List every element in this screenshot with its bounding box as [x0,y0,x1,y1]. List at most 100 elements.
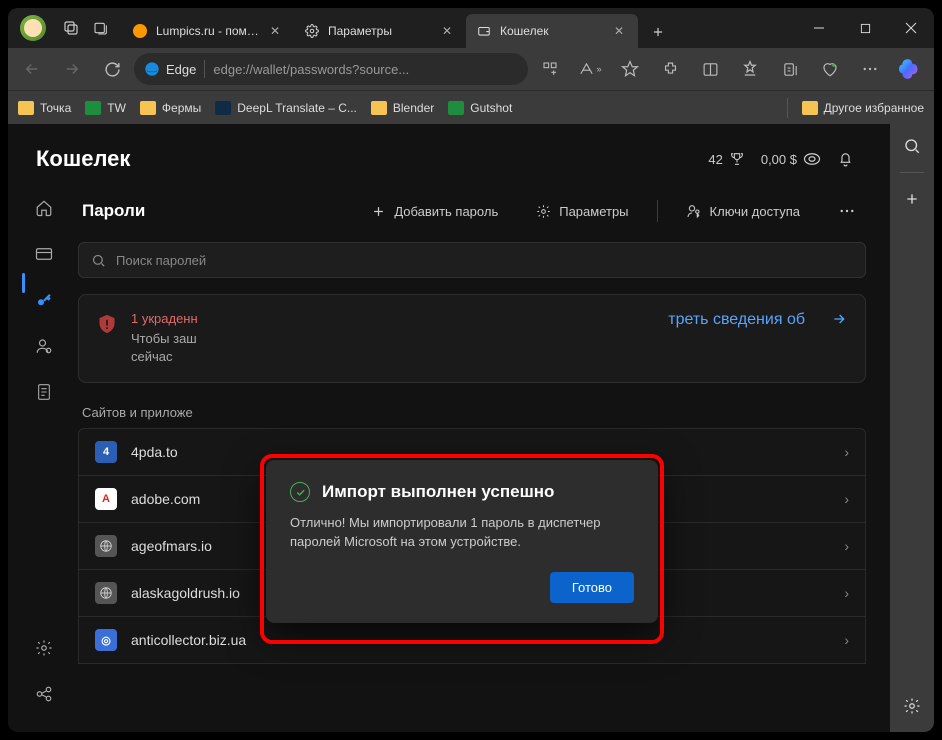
alert-title: 1 украденн [131,311,642,326]
tab-label: Кошелек [500,24,606,38]
modal-body: Отлично! Мы импортировали 1 пароль в дис… [290,514,634,552]
chevron-right-icon: › [844,538,849,554]
refresh-button[interactable] [94,53,130,85]
split-icon[interactable] [692,53,728,85]
nav-cards-icon[interactable] [32,242,56,266]
folder-icon [802,101,818,115]
sheet-icon [448,101,464,115]
site-favicon: ◎ [95,629,117,651]
new-tab-button[interactable] [642,16,674,48]
bookmark-sheet[interactable]: Gutshot [448,101,512,115]
arrow-icon[interactable] [831,311,847,327]
tab-label: Lumpics.ru - помощь с [156,24,262,38]
search-input[interactable]: Поиск паролей [78,242,866,278]
app-icon[interactable] [532,53,568,85]
nav-orders-icon[interactable] [32,380,56,404]
deepl-icon [215,101,231,115]
sidebar-search-icon[interactable] [900,134,924,158]
modal-title: Импорт выполнен успешно [322,482,554,502]
page-header: Кошелек 42 0,00 $ [8,124,890,180]
nav-share-icon[interactable] [32,682,56,706]
other-bookmarks[interactable]: Другое избранное [802,101,924,115]
address-bar[interactable]: Edge edge://wallet/passwords?source... [134,53,528,85]
edge-sidebar [890,124,934,732]
wallet-sidebar [22,190,66,724]
tab-settings[interactable]: Параметры ✕ [294,14,466,48]
bookmark-folder[interactable]: Фермы [140,101,201,115]
bell-icon[interactable] [829,147,862,172]
alert-link[interactable]: треть сведения об [668,311,805,329]
active-indicator [22,273,25,293]
site-domain: adobe.com [131,491,200,507]
search-placeholder: Поиск паролей [116,253,206,268]
trophy-icon [729,151,745,167]
import-success-modal: Импорт выполнен успешно Отлично! Мы импо… [266,460,658,623]
favorite-icon[interactable] [612,53,648,85]
maximize-button[interactable] [842,8,888,48]
site-row[interactable]: ◎ anticollector.biz.ua › [78,616,866,664]
chevron-right-icon: › [844,585,849,601]
more-icon[interactable] [852,53,888,85]
collections-icon[interactable] [772,53,808,85]
section-header: Пароли Добавить пароль Параметры [78,190,866,242]
forward-button[interactable] [54,53,90,85]
nav-passwords-icon[interactable] [32,288,56,312]
close-icon[interactable]: ✕ [614,24,630,38]
breach-alert: 1 украденн Чтобы заш сейчас треть сведен… [78,294,866,383]
nav-settings-icon[interactable] [32,636,56,660]
workspaces-icon[interactable] [56,13,86,43]
close-icon[interactable]: ✕ [270,24,286,38]
wallet-icon [476,23,492,39]
extensions-icon[interactable] [652,53,688,85]
tab-strip: Lumpics.ru - помощь с ✕ Параметры ✕ Коше… [122,8,796,48]
passkeys-button[interactable]: Ключи доступа [676,197,810,225]
sheet-icon [85,101,101,115]
modal-footer: Готово [290,572,634,603]
health-icon[interactable] [812,53,848,85]
site-favicon: A [95,488,117,510]
main-panel: Пароли Добавить пароль Параметры [66,190,890,724]
tab-actions-icon[interactable] [86,13,116,43]
params-button[interactable]: Параметры [526,198,638,225]
separator [204,60,205,78]
money-display[interactable]: 0,00 $ [753,148,829,171]
favicon-lumpics [132,23,148,39]
site-identity[interactable]: Edge [144,61,196,77]
sidebar-add-icon[interactable] [900,187,924,211]
section-title: Пароли [82,201,145,221]
more-icon [838,202,856,220]
done-button[interactable]: Готово [550,572,634,603]
separator [657,200,658,222]
more-button[interactable] [828,196,866,226]
plus-icon [371,204,386,219]
close-icon[interactable]: ✕ [442,24,458,38]
minimize-button[interactable] [796,8,842,48]
tab-wallet[interactable]: Кошелек ✕ [466,14,638,48]
chevron-right-icon: › [844,491,849,507]
browser-label: Edge [166,62,196,77]
add-password-button[interactable]: Добавить пароль [361,198,508,225]
site-domain: anticollector.biz.ua [131,632,246,648]
site-favicon: 4 [95,441,117,463]
chevron-right-icon: › [844,632,849,648]
bookmark-folder[interactable]: Blender [371,101,434,115]
nav-personal-icon[interactable] [32,334,56,358]
site-favicon [95,535,117,557]
window-controls [796,8,934,48]
back-button[interactable] [14,53,50,85]
nav-home-icon[interactable] [32,196,56,220]
bookmark-folder[interactable]: Точка [18,101,71,115]
read-aloud-icon[interactable]: » [572,53,608,85]
close-window-button[interactable] [888,8,934,48]
tab-lumpics[interactable]: Lumpics.ru - помощь с ✕ [122,14,294,48]
rewards-count[interactable]: 42 [700,147,752,171]
gear-icon [536,204,551,219]
copilot-button[interactable] [894,52,928,86]
site-domain: alaskagoldrush.io [131,585,240,601]
bookmark-deepl[interactable]: DeepL Translate – C... [215,101,357,115]
profile-avatar[interactable] [20,15,46,41]
sidebar-settings-icon[interactable] [900,694,924,718]
bookmark-sheet[interactable]: TW [85,101,126,115]
favorites-list-icon[interactable] [732,53,768,85]
gear-icon [304,23,320,39]
